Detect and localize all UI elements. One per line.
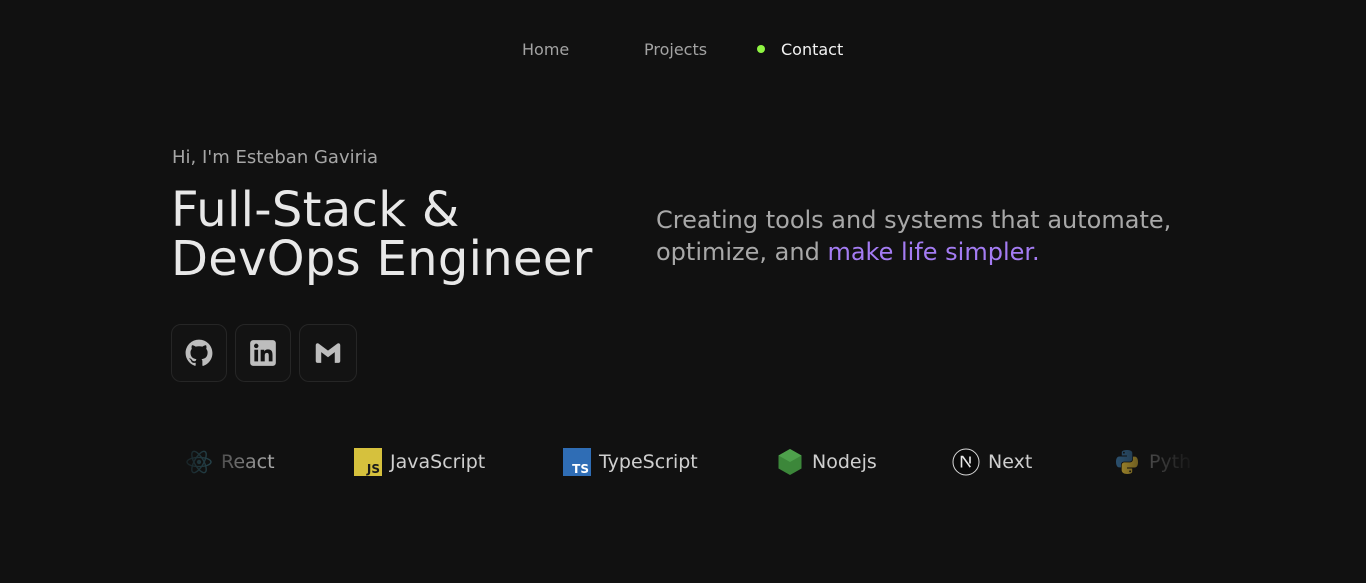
gmail-button[interactable]	[299, 324, 357, 382]
tech-item-python: Pyth	[1113, 447, 1191, 477]
nav-home-link[interactable]: Home	[522, 40, 569, 59]
social-links	[171, 324, 357, 382]
tech-label-python: Pyth	[1149, 451, 1192, 473]
typescript-icon: TS	[563, 448, 591, 476]
gmail-icon	[315, 343, 341, 363]
hero-greeting: Hi, I'm Esteban Gaviria	[172, 147, 379, 168]
javascript-icon: JS	[354, 448, 382, 476]
hero-title-line-2: DevOps Engineer	[171, 231, 593, 287]
active-indicator-dot	[757, 45, 765, 53]
linkedin-icon	[250, 340, 276, 366]
top-nav: Home Projects Contact	[0, 0, 1366, 98]
tech-label-javascript: JavaScript	[390, 451, 486, 473]
tech-label-react: React	[221, 451, 275, 473]
react-icon	[186, 450, 212, 474]
tech-item-typescript: TS TypeScript	[563, 447, 698, 477]
python-icon	[1116, 450, 1138, 474]
nextjs-icon	[952, 448, 980, 476]
github-icon	[185, 339, 213, 366]
nodejs-icon	[778, 449, 802, 475]
hero-title: Full-Stack & DevOps Engineer	[171, 186, 593, 284]
svg-text:TS: TS	[572, 462, 589, 476]
tech-label-next: Next	[988, 451, 1033, 473]
hero-tagline: Creating tools and systems that automate…	[656, 204, 1216, 268]
portfolio-page: Home Projects Contact Hi, I'm Esteban Ga…	[0, 0, 1366, 583]
nav-contact-link[interactable]: Contact	[781, 40, 843, 59]
tech-item-next: Next	[952, 447, 1032, 477]
tech-item-nodejs: Nodejs	[776, 447, 877, 477]
tech-item-javascript: JS JavaScript	[354, 447, 485, 477]
github-button[interactable]	[171, 324, 227, 382]
tech-label-typescript: TypeScript	[599, 451, 698, 473]
tech-stack-carousel: React JS JavaScript TS TypeScript Nodejs	[171, 420, 1196, 504]
tech-item-react: React	[185, 447, 275, 477]
tech-label-nodejs: Nodejs	[812, 451, 877, 473]
hero-tagline-accent: make life simpler.	[827, 238, 1040, 266]
nav-projects-link[interactable]: Projects	[644, 40, 707, 59]
linkedin-button[interactable]	[235, 324, 291, 382]
hero-title-line-1: Full-Stack &	[171, 182, 460, 238]
svg-text:JS: JS	[366, 462, 380, 476]
